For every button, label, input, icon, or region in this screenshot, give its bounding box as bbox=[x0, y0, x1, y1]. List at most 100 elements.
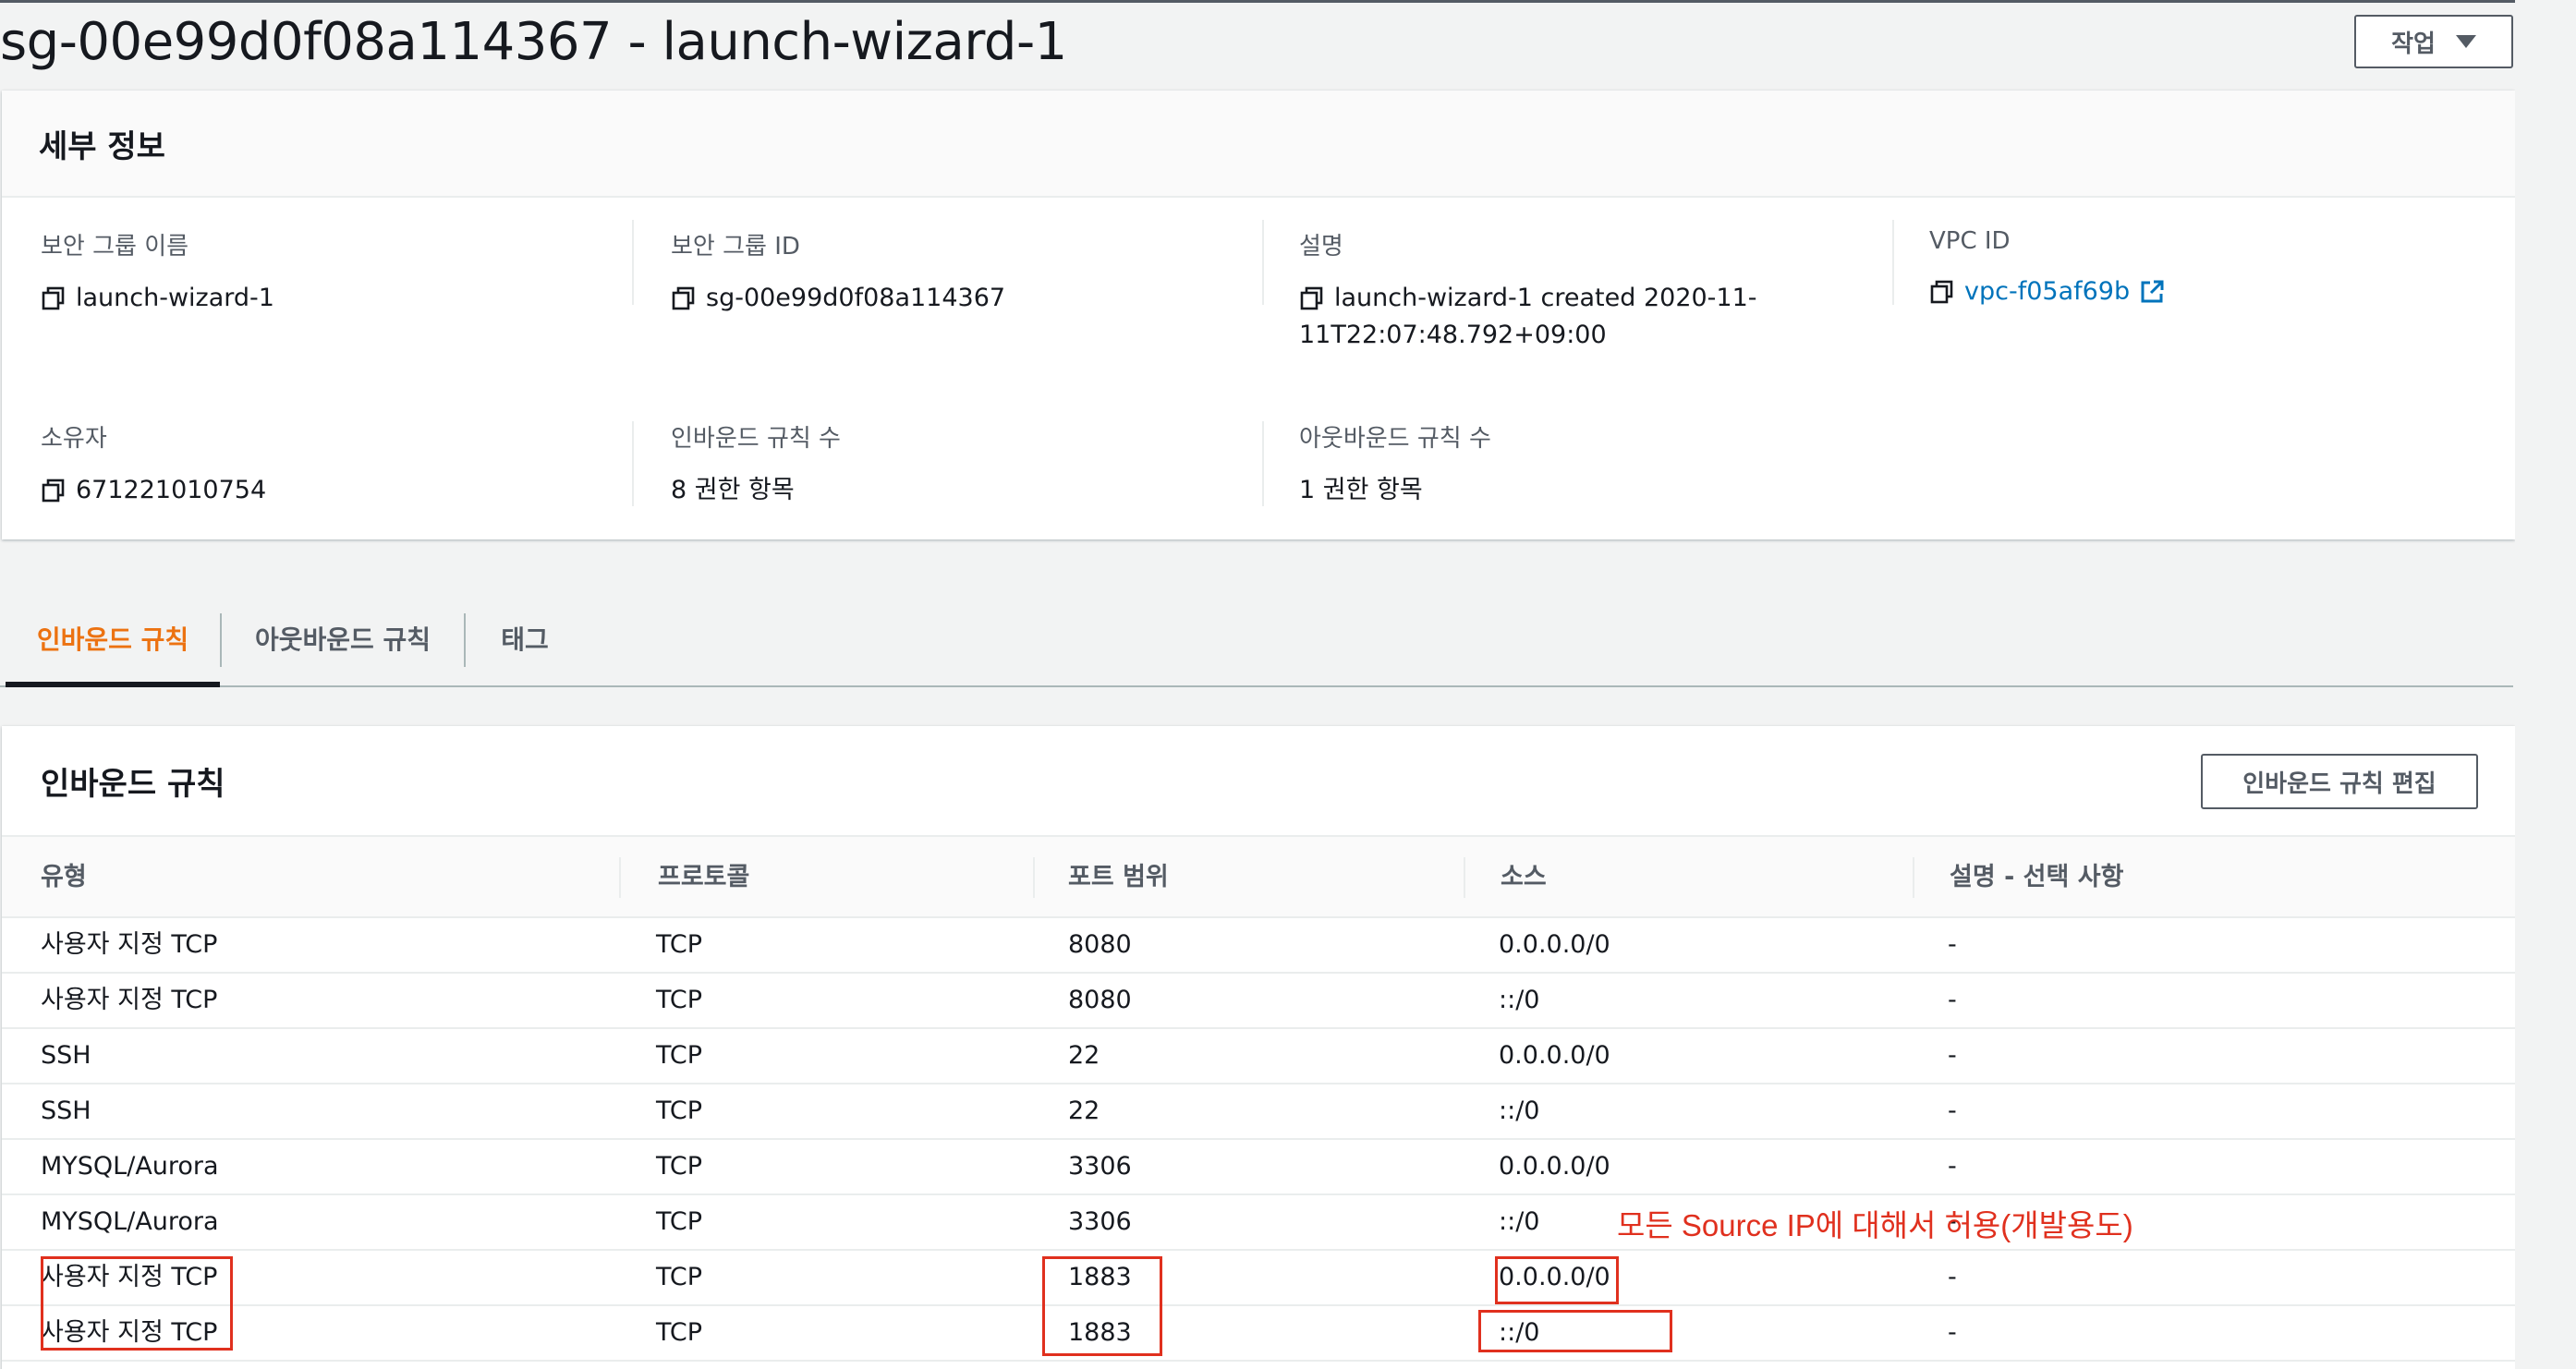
vpc-id-link[interactable]: vpc-f05af69b bbox=[1964, 273, 2130, 310]
field-inbound-count: 인바운드 규칙 수 8 권한 항목 bbox=[671, 419, 841, 509]
table-row[interactable]: SSH TCP 22 ::/0 - bbox=[2, 1084, 2515, 1140]
column-resizer[interactable] bbox=[1913, 857, 1914, 898]
column-divider bbox=[1262, 220, 1264, 305]
cell-protocol: TCP bbox=[656, 1318, 703, 1347]
table-row[interactable]: SSH TCP 22 0.0.0.0/0 - bbox=[2, 1029, 2515, 1084]
cell-type: MYSQL/Aurora bbox=[41, 1152, 219, 1181]
copy-icon[interactable] bbox=[1299, 285, 1325, 311]
column-resizer[interactable] bbox=[619, 857, 621, 898]
annotation-note: 모든 Source IP에 대해서 허용(개발용도) bbox=[1617, 1208, 2133, 1242]
cell-port-range: 3306 bbox=[1068, 1152, 1132, 1181]
field-value-row: launch-wizard-1 bbox=[41, 280, 274, 317]
column-resizer[interactable] bbox=[1464, 857, 1465, 898]
description-value-line2: 11T22:07:48.792+09:00 bbox=[1299, 321, 1607, 349]
copy-icon[interactable] bbox=[41, 478, 67, 503]
cell-port-range: 22 bbox=[1068, 1096, 1100, 1125]
field-label: 보안 그룹 ID bbox=[671, 233, 800, 260]
field-label: 소유자 bbox=[41, 425, 107, 453]
inbound-rules-panel: 인바운드 규칙 인바운드 규칙 편집 유형 프로토콜 포트 범위 소스 설명 -… bbox=[2, 726, 2515, 1369]
column-header-description[interactable]: 설명 - 선택 사항 bbox=[1950, 837, 2123, 918]
column-header-source[interactable]: 소스 bbox=[1501, 837, 1547, 918]
highlight-box-source-ipv4 bbox=[1495, 1256, 1619, 1304]
cell-protocol: TCP bbox=[656, 1263, 703, 1291]
cell-port-range: 8080 bbox=[1068, 930, 1132, 959]
cell-description: - bbox=[1948, 986, 1957, 1014]
cell-port-range: 3306 bbox=[1068, 1207, 1132, 1236]
field-label: 설명 bbox=[1299, 233, 1343, 260]
field-outbound-count: 아웃바운드 규칙 수 1 권한 항목 bbox=[1299, 419, 1491, 509]
cell-description: - bbox=[1948, 930, 1957, 959]
field-security-group-id: 보안 그룹 ID sg-00e99d0f08a114367 bbox=[671, 227, 1005, 317]
table-row[interactable]: MYSQL/Aurora TCP 3306 0.0.0.0/0 - bbox=[2, 1140, 2515, 1195]
column-divider bbox=[1262, 421, 1264, 506]
cell-description: - bbox=[1948, 1096, 1957, 1125]
column-divider bbox=[632, 220, 634, 305]
table-row[interactable]: MYSQL/Aurora TCP 3306 ::/0 - bbox=[2, 1195, 2515, 1251]
copy-icon[interactable] bbox=[1929, 279, 1955, 305]
field-value-row: sg-00e99d0f08a114367 bbox=[671, 280, 1005, 317]
tab-tags[interactable]: 태그 bbox=[466, 591, 584, 685]
cell-protocol: TCP bbox=[656, 930, 703, 959]
table-row[interactable]: 사용자 지정 TCP TCP 8080 ::/0 - bbox=[2, 974, 2515, 1029]
column-header-type[interactable]: 유형 bbox=[41, 837, 87, 918]
cell-protocol: TCP bbox=[656, 1207, 703, 1236]
cell-source: 0.0.0.0/0 bbox=[1499, 1152, 1610, 1181]
highlight-box-type bbox=[41, 1256, 233, 1351]
field-label: 아웃바운드 규칙 수 bbox=[1299, 425, 1491, 453]
table-row[interactable]: 사용자 지정 TCP TCP 8080 0.0.0.0/0 - bbox=[2, 918, 2515, 974]
column-divider bbox=[1892, 220, 1894, 305]
cell-description: - bbox=[1948, 1152, 1957, 1181]
field-label: 보안 그룹 이름 bbox=[41, 233, 189, 260]
details-header: 세부 정보 bbox=[2, 91, 2515, 198]
security-group-name-value: launch-wizard-1 bbox=[76, 284, 274, 312]
cell-description: - bbox=[1948, 1263, 1957, 1291]
tab-inbound-rules[interactable]: 인바운드 규칙 bbox=[6, 591, 220, 685]
tab-outbound-rules[interactable]: 아웃바운드 규칙 bbox=[222, 591, 464, 685]
tab-bar: 인바운드 규칙 아웃바운드 규칙 태그 bbox=[0, 591, 2513, 687]
cell-source: 0.0.0.0/0 bbox=[1499, 930, 1610, 959]
actions-label: 작업 bbox=[2391, 30, 2436, 58]
description-value-line1: launch-wizard-1 created 2020-11- bbox=[1334, 284, 1757, 312]
field-value-row: launch-wizard-1 created 2020-11- bbox=[1299, 280, 1757, 317]
cell-description: - bbox=[1948, 1041, 1957, 1070]
highlight-box-source-ipv6 bbox=[1478, 1310, 1672, 1352]
column-resizer[interactable] bbox=[1033, 857, 1035, 898]
security-group-id-value: sg-00e99d0f08a114367 bbox=[706, 284, 1006, 312]
active-tab-indicator bbox=[6, 682, 220, 687]
cell-port-range: 22 bbox=[1068, 1041, 1100, 1070]
cell-source: ::/0 bbox=[1499, 986, 1540, 1014]
column-header-port-range[interactable]: 포트 범위 bbox=[1068, 837, 1169, 918]
cell-type: 사용자 지정 TCP bbox=[41, 986, 218, 1014]
field-label: 인바운드 규칙 수 bbox=[671, 425, 841, 453]
cell-type: 사용자 지정 TCP bbox=[41, 930, 218, 959]
copy-icon[interactable] bbox=[671, 285, 697, 311]
column-divider bbox=[632, 421, 634, 506]
table-row[interactable]: 사용자 지정 TCP TCP 1883 ::/0 - bbox=[2, 1306, 2515, 1362]
cell-source: 0.0.0.0/0 bbox=[1499, 1041, 1610, 1070]
copy-icon[interactable] bbox=[41, 285, 67, 311]
field-description: 설명 launch-wizard-1 created 2020-11- 11T2… bbox=[1299, 227, 1757, 354]
cell-source: ::/0 bbox=[1499, 1096, 1540, 1125]
inbound-count-value: 8 권한 항목 bbox=[671, 476, 795, 504]
highlight-box-port bbox=[1042, 1256, 1162, 1356]
caret-down-icon bbox=[2455, 35, 2476, 48]
actions-dropdown-button[interactable]: 작업 bbox=[2354, 15, 2513, 68]
cell-type: SSH bbox=[41, 1096, 91, 1125]
field-vpc-id: VPC ID vpc-f05af69b bbox=[1929, 227, 2165, 310]
field-label: VPC ID bbox=[1929, 227, 2011, 255]
details-panel: 세부 정보 보안 그룹 이름 launch-wizard-1 보안 그룹 ID … bbox=[2, 91, 2515, 539]
field-owner: 소유자 671221010754 bbox=[41, 419, 266, 509]
table-header: 유형 프로토콜 포트 범위 소스 설명 - 선택 사항 bbox=[2, 835, 2515, 918]
external-link-icon[interactable] bbox=[2139, 279, 2165, 305]
cell-protocol: TCP bbox=[656, 1041, 703, 1070]
table-row[interactable]: 사용자 지정 TCP TCP 1883 0.0.0.0/0 - bbox=[2, 1251, 2515, 1306]
field-value-row: 671221010754 bbox=[41, 472, 266, 509]
cell-port-range: 8080 bbox=[1068, 986, 1132, 1014]
top-rule bbox=[0, 0, 2576, 3]
edit-inbound-rules-button[interactable]: 인바운드 규칙 편집 bbox=[2201, 754, 2478, 809]
cell-protocol: TCP bbox=[656, 1152, 703, 1181]
cell-protocol: TCP bbox=[656, 986, 703, 1014]
page-title: sg-00e99d0f08a114367 - launch-wizard-1 bbox=[0, 12, 1067, 72]
column-header-protocol[interactable]: 프로토콜 bbox=[658, 837, 749, 918]
cell-description: - bbox=[1948, 1318, 1957, 1347]
